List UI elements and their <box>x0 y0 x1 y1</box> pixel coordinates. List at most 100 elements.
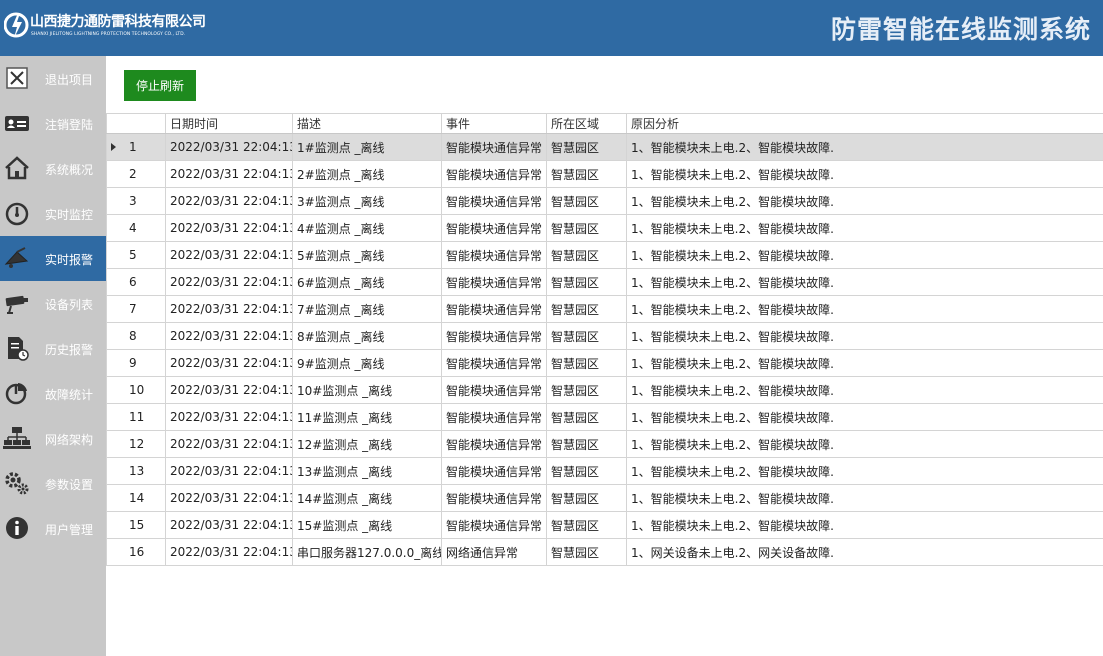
description-cell: 11#监测点 _离线 <box>292 403 442 431</box>
description-cell: 8#监测点 _离线 <box>292 322 442 350</box>
sidebar-item-fault-statistics[interactable]: 故障统计 <box>0 371 106 416</box>
area-cell: 智慧园区 <box>546 160 627 188</box>
description-cell: 1#监测点 _离线 <box>292 133 442 161</box>
table-row[interactable]: 2 2022/03/31 22:04:13 2#监测点 _离线 智能模块通信异常 智慧园… <box>106 160 1103 188</box>
pie-chart-icon <box>5 383 27 405</box>
column-header-datetime[interactable]: 日期时间 <box>165 113 293 134</box>
description-cell: 9#监测点 _离线 <box>292 349 442 377</box>
event-cell: 智能模块通信异常 <box>441 430 547 458</box>
description-cell: 10#监测点 _离线 <box>292 376 442 404</box>
column-header-description[interactable]: 描述 <box>292 113 442 134</box>
current-row-arrow-icon <box>111 143 116 151</box>
table-row[interactable]: 1 2022/03/31 22:04:13 1#监测点 _离线 智能模块通信异常 智慧园… <box>106 133 1103 161</box>
reason-cell: 1、智能模块未上电.2、智能模块故障. <box>626 430 1103 458</box>
table-row[interactable]: 13 2022/03/31 22:04:13 13#监测点 _离线 智能模块通信异常智… <box>106 457 1103 485</box>
column-header-reason[interactable]: 原因分析 <box>626 113 1103 134</box>
sidebar-item-device-list[interactable]: 设备列表 <box>0 281 106 326</box>
area-cell: 智慧园区 <box>546 349 627 377</box>
reason-cell: 1、智能模块未上电.2、智能模块故障. <box>626 322 1103 350</box>
event-cell: 智能模块通信异常 <box>441 322 547 350</box>
table-row[interactable]: 8 2022/03/31 22:04:13 8#监测点 _离线 智能模块通信异常 智慧园… <box>106 322 1103 350</box>
event-cell: 智能模块通信异常 <box>441 268 547 296</box>
event-cell: 智能模块通信异常 <box>441 349 547 377</box>
sidebar-item-parameter-settings[interactable]: 参数设置 <box>0 461 106 506</box>
table-row[interactable]: 14 2022/03/31 22:04:13 14#监测点 _离线 智能模块通信异常智… <box>106 484 1103 512</box>
area-cell: 智慧园区 <box>546 214 627 242</box>
area-cell: 智慧园区 <box>546 295 627 323</box>
table-row[interactable]: 10 2022/03/31 22:04:13 10#监测点 _离线 智能模块通信异常智… <box>106 376 1103 404</box>
area-cell: 智慧园区 <box>546 538 627 566</box>
column-header-area[interactable]: 所在区域 <box>546 113 627 134</box>
datetime-cell: 2022/03/31 22:04:13 <box>165 160 293 188</box>
event-cell: 智能模块通信异常 <box>441 511 547 539</box>
row-index-cell: 9 <box>106 349 166 377</box>
area-cell: 智慧园区 <box>546 376 627 404</box>
datetime-cell: 2022/03/31 22:04:13 <box>165 133 293 161</box>
alarm-data-grid: 日期时间 描述 事件 所在区域 原因分析 1 2022/03/31 22:04:1… <box>106 113 1103 566</box>
sidebar-item-system-overview[interactable]: 系统概况 <box>0 146 106 191</box>
reason-cell: 1、智能模块未上电.2、智能模块故障. <box>626 484 1103 512</box>
description-cell: 7#监测点 _离线 <box>292 295 442 323</box>
area-cell: 智慧园区 <box>546 457 627 485</box>
column-header-event[interactable]: 事件 <box>441 113 547 134</box>
table-row[interactable]: 6 2022/03/31 22:04:13 6#监测点 _离线 智能模块通信异常 智慧园… <box>106 268 1103 296</box>
gauge-icon <box>5 202 29 226</box>
reason-cell: 1、智能模块未上电.2、智能模块故障. <box>626 376 1103 404</box>
description-cell: 4#监测点 _离线 <box>292 214 442 242</box>
row-index-cell: 13 <box>106 457 166 485</box>
table-row[interactable]: 16 2022/03/31 22:04:13 串口服务器127.0.0.0_离线 网络… <box>106 538 1103 566</box>
gears-icon <box>5 472 29 495</box>
event-cell: 智能模块通信异常 <box>441 187 547 215</box>
table-row[interactable]: 5 2022/03/31 22:04:13 5#监测点 _离线 智能模块通信异常 智慧园… <box>106 241 1103 269</box>
sidebar-item-realtime-monitor[interactable]: 实时监控 <box>0 191 106 236</box>
reason-cell: 1、智能模块未上电.2、智能模块故障. <box>626 349 1103 377</box>
table-row[interactable]: 9 2022/03/31 22:04:13 9#监测点 _离线 智能模块通信异常 智慧园… <box>106 349 1103 377</box>
row-index-cell: 11 <box>106 403 166 431</box>
event-cell: 智能模块通信异常 <box>441 295 547 323</box>
table-row[interactable]: 15 2022/03/31 22:04:13 15#监测点 _离线 智能模块通信异常智… <box>106 511 1103 539</box>
stop-refresh-button[interactable]: 停止刷新 <box>124 70 196 101</box>
sidebar-item-label: 参数设置 <box>45 478 94 492</box>
table-row[interactable]: 4 2022/03/31 22:04:13 4#监测点 _离线 智能模块通信异常 智慧园… <box>106 214 1103 242</box>
area-cell: 智慧园区 <box>546 241 627 269</box>
sidebar-item-history-alarm[interactable]: 历史报警 <box>0 326 106 371</box>
table-row[interactable]: 11 2022/03/31 22:04:13 11#监测点 _离线 智能模块通信异常智… <box>106 403 1103 431</box>
datetime-cell: 2022/03/31 22:04:13 <box>165 349 293 377</box>
reason-cell: 1、智能模块未上电.2、智能模块故障. <box>626 214 1103 242</box>
event-cell: 智能模块通信异常 <box>441 376 547 404</box>
area-cell: 智慧园区 <box>546 403 627 431</box>
event-cell: 智能模块通信异常 <box>441 160 547 188</box>
table-row[interactable]: 3 2022/03/31 22:04:13 3#监测点 _离线 智能模块通信异常 智慧园… <box>106 187 1103 215</box>
event-cell: 智能模块通信异常 <box>441 484 547 512</box>
sidebar-item-realtime-alarm[interactable]: 实时报警 <box>0 236 106 281</box>
home-icon <box>5 156 29 180</box>
sidebar-item-user-management[interactable]: 用户管理 <box>0 506 106 551</box>
table-body: 1 2022/03/31 22:04:13 1#监测点 _离线 智能模块通信异常 智慧园… <box>106 133 1103 566</box>
row-index-cell: 10 <box>106 376 166 404</box>
sidebar-item-label: 注销登陆 <box>45 118 94 132</box>
sidebar-item-label: 系统概况 <box>45 163 94 177</box>
sidebar-item-label: 历史报警 <box>45 343 94 357</box>
table-row[interactable]: 7 2022/03/31 22:04:13 7#监测点 _离线 智能模块通信异常 智慧园… <box>106 295 1103 323</box>
event-cell: 智能模块通信异常 <box>441 403 547 431</box>
sidebar-item-network-architecture[interactable]: 网络架构 <box>0 416 106 461</box>
table-row[interactable]: 12 2022/03/31 22:04:13 12#监测点 _离线 智能模块通信异常智… <box>106 430 1103 458</box>
description-cell: 13#监测点 _离线 <box>292 457 442 485</box>
datetime-cell: 2022/03/31 22:04:13 <box>165 484 293 512</box>
sidebar-item-logout[interactable]: 注销登陆 <box>0 101 106 146</box>
id-card-icon <box>5 116 29 131</box>
area-cell: 智慧园区 <box>546 430 627 458</box>
event-cell: 智能模块通信异常 <box>441 133 547 161</box>
reason-cell: 1、智能模块未上电.2、智能模块故障. <box>626 160 1103 188</box>
reason-cell: 1、智能模块未上电.2、智能模块故障. <box>626 295 1103 323</box>
company-name: 山西捷力通防雷科技有限公司 <box>30 14 206 30</box>
sidebar-item-exit-project[interactable]: 退出项目 <box>0 56 106 101</box>
lightning-logo-icon <box>4 12 29 38</box>
company-logo: 山西捷力通防雷科技有限公司 SHANXI JIELITONG LIGHTNING… <box>4 5 206 49</box>
sidebar-item-label: 实时监控 <box>45 208 94 222</box>
event-cell: 智能模块通信异常 <box>441 457 547 485</box>
description-cell: 6#监测点 _离线 <box>292 268 442 296</box>
datetime-cell: 2022/03/31 22:04:13 <box>165 214 293 242</box>
description-cell: 5#监测点 _离线 <box>292 241 442 269</box>
alarm-table: 日期时间 描述 事件 所在区域 原因分析 1 2022/03/31 22:04:1… <box>106 113 1103 566</box>
